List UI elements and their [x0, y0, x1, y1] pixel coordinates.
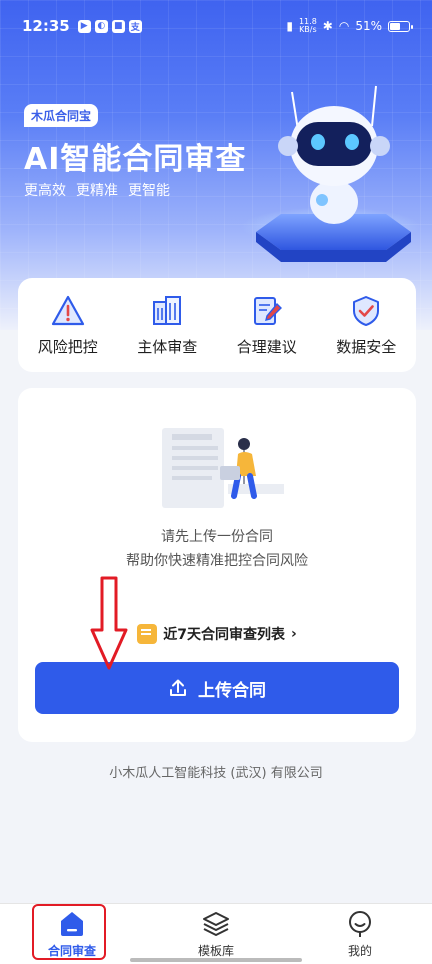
annotation-highlight-box: [32, 904, 106, 960]
nav-template-library[interactable]: 模板库: [144, 904, 288, 964]
hero-subtitle-item: 更高效: [24, 183, 66, 199]
profile-icon: [349, 910, 371, 937]
feature-data-security[interactable]: 数据安全: [321, 294, 411, 357]
feature-entity-review[interactable]: 主体审查: [122, 294, 212, 357]
app-notification-icon: ▶: [77, 19, 91, 33]
feature-label: 主体审查: [137, 337, 198, 356]
bluetooth-icon: ✱: [322, 19, 333, 33]
hero-title: AI智能合同审查: [24, 142, 247, 177]
hero-subtitle-item: 更精准: [76, 183, 118, 199]
robot-illustration: [241, 85, 421, 262]
nav-profile[interactable]: 我的: [288, 904, 432, 964]
chevron-right-icon: ›: [290, 626, 297, 642]
warning-triangle-icon: [51, 295, 84, 325]
feature-suggestions[interactable]: 合理建议: [222, 294, 312, 357]
upload-hint-detail: 帮助你快速精准把控合同风险: [126, 553, 308, 569]
app-notification-icon: ◐: [94, 19, 108, 33]
feature-risk-control[interactable]: 风险把控: [23, 294, 113, 357]
upload-card: 请先上传一份合同 帮助你快速精准把控合同风险 近7天合同审查列表 › 上传合同: [18, 388, 416, 742]
company-name: 小木瓜人工智能科技 (武汉) 有限公司: [109, 766, 323, 781]
status-bar: 12:35 ▶ ◐ ■ 支 ▮ 11.8 KB/s ✱ ◠ 51%: [0, 0, 432, 52]
list-doc-icon: [137, 624, 158, 644]
app-notification-icon: ■: [111, 19, 125, 33]
status-time: 12:35: [22, 17, 70, 35]
battery-icon: [388, 20, 413, 32]
nav-label: 模板库: [197, 943, 234, 958]
layers-icon: [203, 911, 229, 936]
empty-state-illustration: [162, 428, 284, 508]
recent-reviews-link[interactable]: 近7天合同审查列表 ›: [18, 624, 416, 644]
feature-label: 数据安全: [336, 337, 397, 356]
upload-hint: 请先上传一份合同: [161, 529, 273, 545]
nav-label: 我的: [347, 943, 372, 958]
edit-document-icon: [253, 296, 282, 325]
upload-icon: [170, 679, 186, 696]
hero-subtitle-item: 更智能: [128, 183, 170, 199]
wifi-icon: ◠: [338, 19, 350, 33]
brand-tag: 木瓜合同宝: [24, 104, 99, 127]
status-indicators: ▮ 11.8 KB/s ✱ ◠ 51%: [286, 17, 413, 34]
feature-label: 合理建议: [236, 337, 297, 356]
annotation-down-arrow: [90, 576, 128, 670]
feature-card: 风险把控 主体审查 合理建议 数据安全: [18, 278, 416, 372]
gesture-home-bar[interactable]: [130, 958, 302, 962]
recent-reviews-label: 近7天合同审查列表: [163, 627, 285, 643]
status-app-icons: ▶ ◐ ■ 支: [77, 19, 142, 33]
hero-subtitle: 更高效 更精准 更智能: [24, 180, 170, 200]
app-notification-icon: 支: [128, 19, 142, 33]
vibrate-icon: ▮: [286, 19, 293, 33]
building-icon: [153, 295, 182, 325]
net-speed: 11.8 KB/s: [298, 17, 317, 34]
feature-label: 风险把控: [37, 337, 98, 356]
battery-percent: 51%: [355, 19, 382, 33]
shield-check-icon: [353, 295, 380, 326]
upload-contract-label: 上传合同: [198, 680, 266, 701]
